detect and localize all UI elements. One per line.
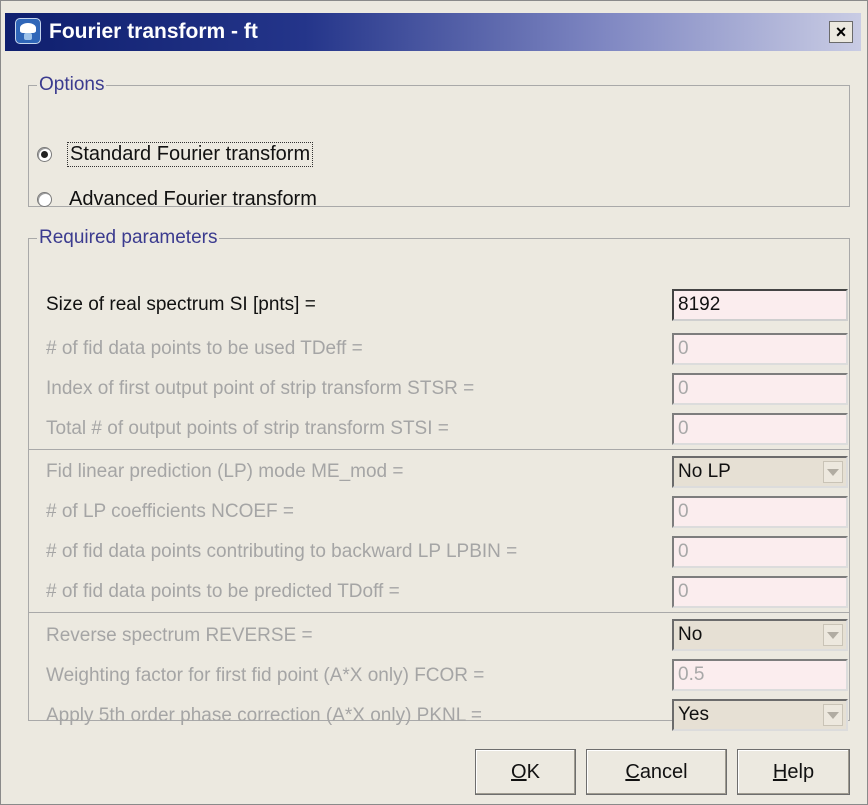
cancel-label-rest: ancel: [639, 760, 688, 783]
ok-label-rest: K: [526, 760, 540, 783]
lpbin-input[interactable]: 0: [672, 536, 848, 568]
cancel-button[interactable]: Cancel: [586, 749, 727, 795]
param-label-stsi: Total # of output points of strip transf…: [46, 418, 449, 439]
si-input[interactable]: 8192: [672, 289, 848, 321]
dropdown-arrow-icon[interactable]: [823, 704, 843, 726]
tdeff-input[interactable]: 0: [672, 333, 848, 365]
pknl-value: Yes: [678, 704, 709, 725]
param-label-si: Size of real spectrum SI [pnts] =: [46, 294, 316, 315]
help-label-rest: elp: [787, 760, 815, 783]
radio-label-advanced[interactable]: Advanced Fourier transform: [69, 188, 317, 211]
radio-standard-ft[interactable]: Standard Fourier transform: [37, 141, 314, 167]
divider: [29, 612, 849, 613]
param-label-ncoef: # of LP coefficients NCOEF =: [46, 501, 295, 522]
param-label-me-mod: Fid linear prediction (LP) mode ME_mod =: [46, 461, 404, 482]
close-icon: ×: [835, 22, 847, 42]
fourier-transform-dialog: Fourier transform - ft × Options Standar…: [0, 0, 868, 805]
stsr-input[interactable]: 0: [672, 373, 848, 405]
radio-label-standard[interactable]: Standard Fourier transform: [67, 141, 314, 167]
radio-button-checked[interactable]: [37, 146, 52, 162]
options-group: Options Standard Fourier transform Advan…: [28, 74, 850, 210]
param-label-pknl: Apply 5th order phase correction (A*X on…: [46, 705, 482, 726]
fcor-input[interactable]: 0.5: [672, 659, 848, 691]
ok-mnemonic: O: [511, 760, 527, 783]
help-mnemonic: H: [772, 760, 788, 783]
app-icon: [15, 18, 41, 44]
dropdown-arrow-icon[interactable]: [823, 461, 843, 483]
required-parameters-group: Required parameters Size of real spectru…: [28, 227, 850, 731]
reverse-value: No: [678, 624, 703, 645]
window-title: Fourier transform - ft: [49, 20, 258, 43]
param-label-reverse: Reverse spectrum REVERSE =: [46, 625, 313, 646]
param-label-tdeff: # of fid data points to be used TDeff =: [46, 338, 363, 359]
dropdown-arrow-icon[interactable]: [823, 624, 843, 646]
options-legend: Options: [39, 74, 105, 95]
cancel-mnemonic: C: [625, 760, 640, 783]
me-mod-select[interactable]: No LP: [672, 456, 848, 488]
radio-button-unchecked[interactable]: [37, 191, 52, 207]
reverse-select[interactable]: No: [672, 619, 848, 651]
param-label-lpbin: # of fid data points contributing to bac…: [46, 541, 518, 562]
close-button[interactable]: ×: [829, 21, 853, 43]
divider: [29, 449, 849, 450]
params-legend: Required parameters: [39, 227, 218, 248]
stsi-input[interactable]: 0: [672, 413, 848, 445]
param-label-tdoff: # of fid data points to be predicted TDo…: [46, 581, 400, 602]
param-label-fcor: Weighting factor for first fid point (A*…: [46, 665, 485, 686]
ncoef-input[interactable]: 0: [672, 496, 848, 528]
help-button[interactable]: Help: [737, 749, 850, 795]
pknl-select[interactable]: Yes: [672, 699, 848, 731]
title-bar[interactable]: Fourier transform - ft ×: [5, 13, 861, 51]
radio-advanced-ft[interactable]: Advanced Fourier transform: [37, 186, 317, 212]
param-label-stsr: Index of first output point of strip tra…: [46, 378, 475, 399]
tdoff-input[interactable]: 0: [672, 576, 848, 608]
me-mod-value: No LP: [678, 461, 731, 482]
ok-button[interactable]: OK: [475, 749, 576, 795]
